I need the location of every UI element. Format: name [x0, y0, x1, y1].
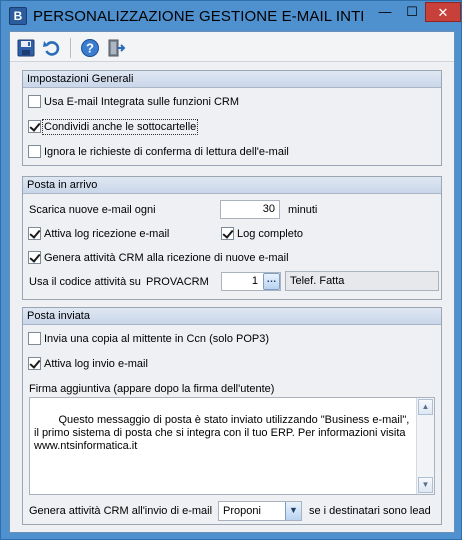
checkbox-box[interactable]: [28, 226, 41, 240]
dialog-client-area: ? Impostazioni Generali Usa E-mail Integ…: [9, 31, 455, 533]
checkbox-box[interactable]: [28, 119, 41, 133]
genera-invio-value: Proponi: [223, 505, 261, 517]
firma-label: Firma aggiuntiva (appare dopo la firma d…: [29, 383, 275, 395]
genera-invio-suffix: se i destinatari sono lead: [309, 505, 431, 517]
checkbox-box[interactable]: [221, 226, 234, 240]
scarica-label: Scarica nuove e-mail ogni: [29, 204, 156, 216]
minuti-label: minuti: [288, 204, 318, 216]
checkbox-box[interactable]: [28, 331, 41, 345]
checkbox-label: Attiva log invio e-mail: [44, 358, 148, 370]
scroll-down-icon[interactable]: ▼: [418, 477, 433, 493]
checkbox-label: Invia una copia al mittente in Ccn (solo…: [44, 333, 270, 345]
checkbox-box[interactable]: [28, 250, 41, 264]
checkbox-label: Ignora le richieste di conferma di lettu…: [44, 146, 289, 158]
group-posta-inviata: Posta inviata Invia una copia al mittent…: [22, 307, 442, 525]
toolbar: ?: [10, 32, 454, 62]
minimize-button[interactable]: —: [371, 2, 399, 22]
checkbox-box[interactable]: [28, 356, 41, 370]
usa-email-integrata-checkbox[interactable]: Usa E-mail Integrata sulle funzioni CRM: [28, 94, 240, 111]
checkbox-label: Genera attività CRM alla ricezione di nu…: [44, 252, 289, 264]
scroll-up-icon[interactable]: ▲: [418, 399, 433, 415]
scarica-minuti-input[interactable]: 30: [220, 200, 280, 219]
checkbox-label: Usa E-mail Integrata sulle funzioni CRM: [44, 96, 240, 108]
window-title: PERSONALIZZAZIONE GESTIONE E-MAIL INTE..…: [33, 8, 363, 25]
checkbox-box[interactable]: [28, 94, 41, 108]
genera-invio-label: Genera attività CRM all'invio di e-mail: [29, 505, 213, 517]
main-window: B PERSONALIZZAZIONE GESTIONE E-MAIL INTE…: [0, 0, 462, 540]
group-posta-in-arrivo: Posta in arrivo Scarica nuove e-mail ogn…: [22, 176, 442, 300]
group-impostazioni-generali: Impostazioni Generali Usa E-mail Integra…: [22, 70, 442, 166]
ignora-conferma-lettura-checkbox[interactable]: Ignora le richieste di conferma di lettu…: [28, 144, 289, 161]
toolbar-separator: [70, 38, 71, 58]
usa-codice-account: PROVACRM: [146, 276, 209, 288]
app-icon[interactable]: B: [9, 7, 27, 25]
genera-invio-select[interactable]: Proponi ▼: [218, 501, 302, 521]
chevron-down-icon[interactable]: ▼: [285, 502, 301, 520]
close-button[interactable]: ✕: [425, 2, 461, 22]
group-title: Impostazioni Generali: [23, 71, 441, 88]
undo-icon[interactable]: [42, 38, 62, 58]
log-completo-checkbox[interactable]: Log completo: [221, 226, 304, 243]
checkbox-label: Log completo: [237, 228, 304, 240]
checkbox-box[interactable]: [28, 144, 41, 158]
checkbox-label: Attiva log ricezione e-mail: [44, 228, 170, 240]
usa-codice-label: Usa il codice attività su: [29, 276, 141, 288]
exit-icon[interactable]: [106, 38, 126, 58]
svg-text:?: ?: [86, 41, 94, 56]
firma-scrollbar[interactable]: ▲ ▼: [416, 398, 434, 494]
save-icon[interactable]: [16, 38, 36, 58]
help-icon[interactable]: ?: [80, 38, 100, 58]
browse-codice-button[interactable]: …: [263, 273, 280, 290]
attiva-log-invio-checkbox[interactable]: Attiva log invio e-mail: [28, 356, 148, 373]
condividi-sottocartelle-checkbox[interactable]: Condividi anche le sottocartelle: [28, 119, 199, 136]
maximize-button[interactable]: ☐: [399, 2, 425, 22]
group-title: Posta in arrivo: [23, 177, 441, 194]
group-title: Posta inviata: [23, 308, 441, 325]
invia-copia-mittente-checkbox[interactable]: Invia una copia al mittente in Ccn (solo…: [28, 331, 270, 348]
checkbox-label: Condividi anche le sottocartelle: [41, 119, 199, 135]
title-bar[interactable]: B PERSONALIZZAZIONE GESTIONE E-MAIL INTE…: [1, 1, 462, 31]
firma-textarea[interactable]: Questo messaggio di posta è stato inviat…: [29, 397, 435, 495]
firma-text: Questo messaggio di posta è stato inviat…: [34, 414, 413, 452]
attiva-log-ricezione-checkbox[interactable]: Attiva log ricezione e-mail: [28, 226, 170, 243]
genera-attivita-ricezione-checkbox[interactable]: Genera attività CRM alla ricezione di nu…: [28, 250, 289, 267]
codice-descrizione-field: Telef. Fatta: [285, 271, 439, 291]
